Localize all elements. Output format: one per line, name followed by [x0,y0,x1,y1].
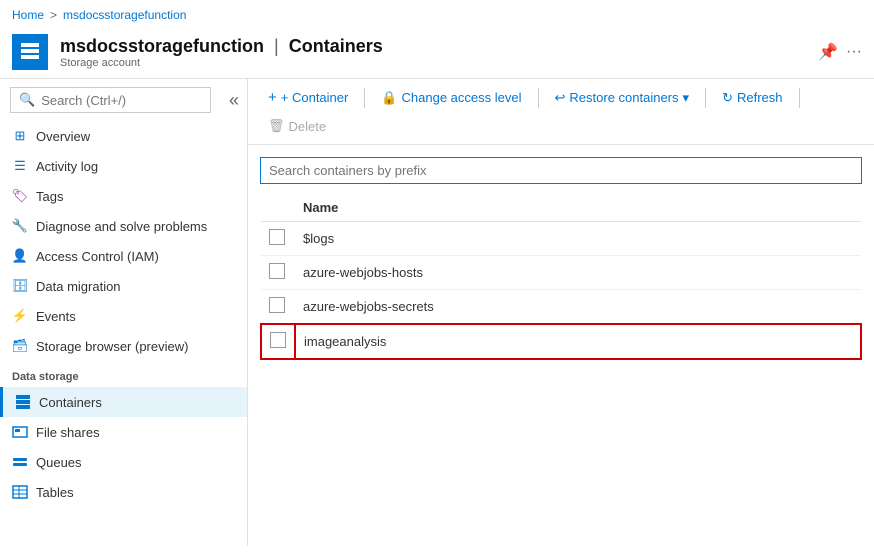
sidebar-item-label: Data migration [36,279,121,294]
sidebar-item-label: Overview [36,129,90,144]
header-divider: | [274,36,279,57]
row-checkbox[interactable] [269,263,285,279]
storage-browser-icon: 🗃 [12,338,28,354]
container-search-input[interactable] [260,157,862,184]
sidebar-search-input[interactable] [41,93,202,108]
sidebar-item-label: Events [36,309,76,324]
sidebar-item-tags[interactable]: 🏷 Tags [0,181,247,211]
containers-icon [15,394,31,410]
containers-content: Name $logs azure-webjobs-hosts azure-web… [248,145,874,546]
containers-table: Name $logs azure-webjobs-hosts azure-web… [260,194,862,360]
pin-button[interactable]: 📌 [818,42,838,62]
data-migration-icon: 🗄 [12,278,28,294]
access-control-icon: 👤 [12,248,28,264]
container-name[interactable]: azure-webjobs-hosts [295,256,861,290]
add-container-button[interactable]: + + Container [260,85,356,110]
sidebar-item-access-control[interactable]: 👤 Access Control (IAM) [0,241,247,271]
toolbar-separator-3 [705,88,706,108]
sidebar-item-activity-log[interactable]: ☰ Activity log [0,151,247,181]
search-icon: 🔍 [19,92,35,108]
main-content: + + Container 🔒 Change access level ↩ Re… [248,79,874,546]
breadcrumb-current[interactable]: msdocsstoragefunction [63,8,186,22]
delete-button[interactable]: 🗑 Delete [260,114,334,138]
refresh-icon: ↻ [722,90,733,106]
toolbar-separator-1 [364,88,365,108]
sidebar-item-data-migration[interactable]: 🗄 Data migration [0,271,247,301]
container-name[interactable]: $logs [295,222,861,256]
sidebar-item-containers[interactable]: Containers [0,387,247,417]
toolbar-separator-4 [799,88,800,108]
header-title-group: msdocsstoragefunction | Containers Stora… [60,36,383,69]
more-button[interactable]: ··· [846,43,862,61]
breadcrumb-separator: > [50,8,57,22]
section-name: Containers [289,36,383,57]
toolbar-separator-2 [538,88,539,108]
select-all-header [261,194,295,222]
sidebar-item-events[interactable]: ⚡ Events [0,301,247,331]
restore-icon: ↩ [555,90,566,106]
restore-containers-button[interactable]: ↩ Restore containers ▾ [547,86,698,110]
plus-icon: + [268,89,277,106]
refresh-button[interactable]: ↻ Refresh [714,86,790,110]
row-checkbox[interactable] [269,229,285,245]
data-storage-section-label: Data storage [0,361,247,387]
sidebar-item-label: Access Control (IAM) [36,249,159,264]
file-shares-icon [12,424,28,440]
sidebar-item-label: Tables [36,485,74,500]
row-checkbox[interactable] [269,297,285,313]
sidebar-item-label: Tags [36,189,63,204]
breadcrumb-home[interactable]: Home [12,8,44,22]
container-name[interactable]: imageanalysis [295,324,861,359]
tables-icon [12,484,28,500]
sidebar-item-tables[interactable]: Tables [0,477,247,507]
table-row-highlighted: imageanalysis [261,324,861,359]
sidebar: 🔍 « ⊞ Overview ☰ Activity log 🏷 Tags 🔧 D… [0,79,248,546]
name-column-header: Name [295,194,861,222]
header-actions: 📌 ··· [818,42,862,62]
sidebar-item-queues[interactable]: Queues [0,447,247,477]
breadcrumb: Home > msdocsstoragefunction [0,0,874,30]
sidebar-search-box[interactable]: 🔍 [10,87,211,113]
sidebar-item-file-shares[interactable]: File shares [0,417,247,447]
sidebar-item-label: File shares [36,425,100,440]
sidebar-item-label: Storage browser (preview) [36,339,188,354]
resource-type: Storage account [60,57,383,69]
activity-log-icon: ☰ [12,158,28,174]
table-row: azure-webjobs-hosts [261,256,861,290]
delete-icon: 🗑 [268,118,285,134]
storage-account-icon [12,34,48,70]
sidebar-item-label: Activity log [36,159,98,174]
sidebar-item-diagnose[interactable]: 🔧 Diagnose and solve problems [0,211,247,241]
sidebar-item-label: Queues [36,455,82,470]
chevron-down-icon: ▾ [683,90,690,106]
collapse-sidebar-button[interactable]: « [221,90,247,111]
table-row: $logs [261,222,861,256]
resource-name: msdocsstoragefunction [60,36,264,57]
tags-icon: 🏷 [12,188,28,204]
main-layout: 🔍 « ⊞ Overview ☰ Activity log 🏷 Tags 🔧 D… [0,79,874,546]
queues-icon [12,454,28,470]
sidebar-item-label: Diagnose and solve problems [36,219,207,234]
overview-icon: ⊞ [12,128,28,144]
change-access-button[interactable]: 🔒 Change access level [373,86,529,110]
page-header: msdocsstoragefunction | Containers Stora… [0,30,874,79]
lock-icon: 🔒 [381,90,397,106]
toolbar: + + Container 🔒 Change access level ↩ Re… [248,79,874,145]
diagnose-icon: 🔧 [12,218,28,234]
events-icon: ⚡ [12,308,28,324]
sidebar-item-storage-browser[interactable]: 🗃 Storage browser (preview) [0,331,247,361]
sidebar-item-overview[interactable]: ⊞ Overview [0,121,247,151]
table-row: azure-webjobs-secrets [261,290,861,325]
row-checkbox[interactable] [270,332,286,348]
sidebar-item-label: Containers [39,395,102,410]
container-name[interactable]: azure-webjobs-secrets [295,290,861,325]
